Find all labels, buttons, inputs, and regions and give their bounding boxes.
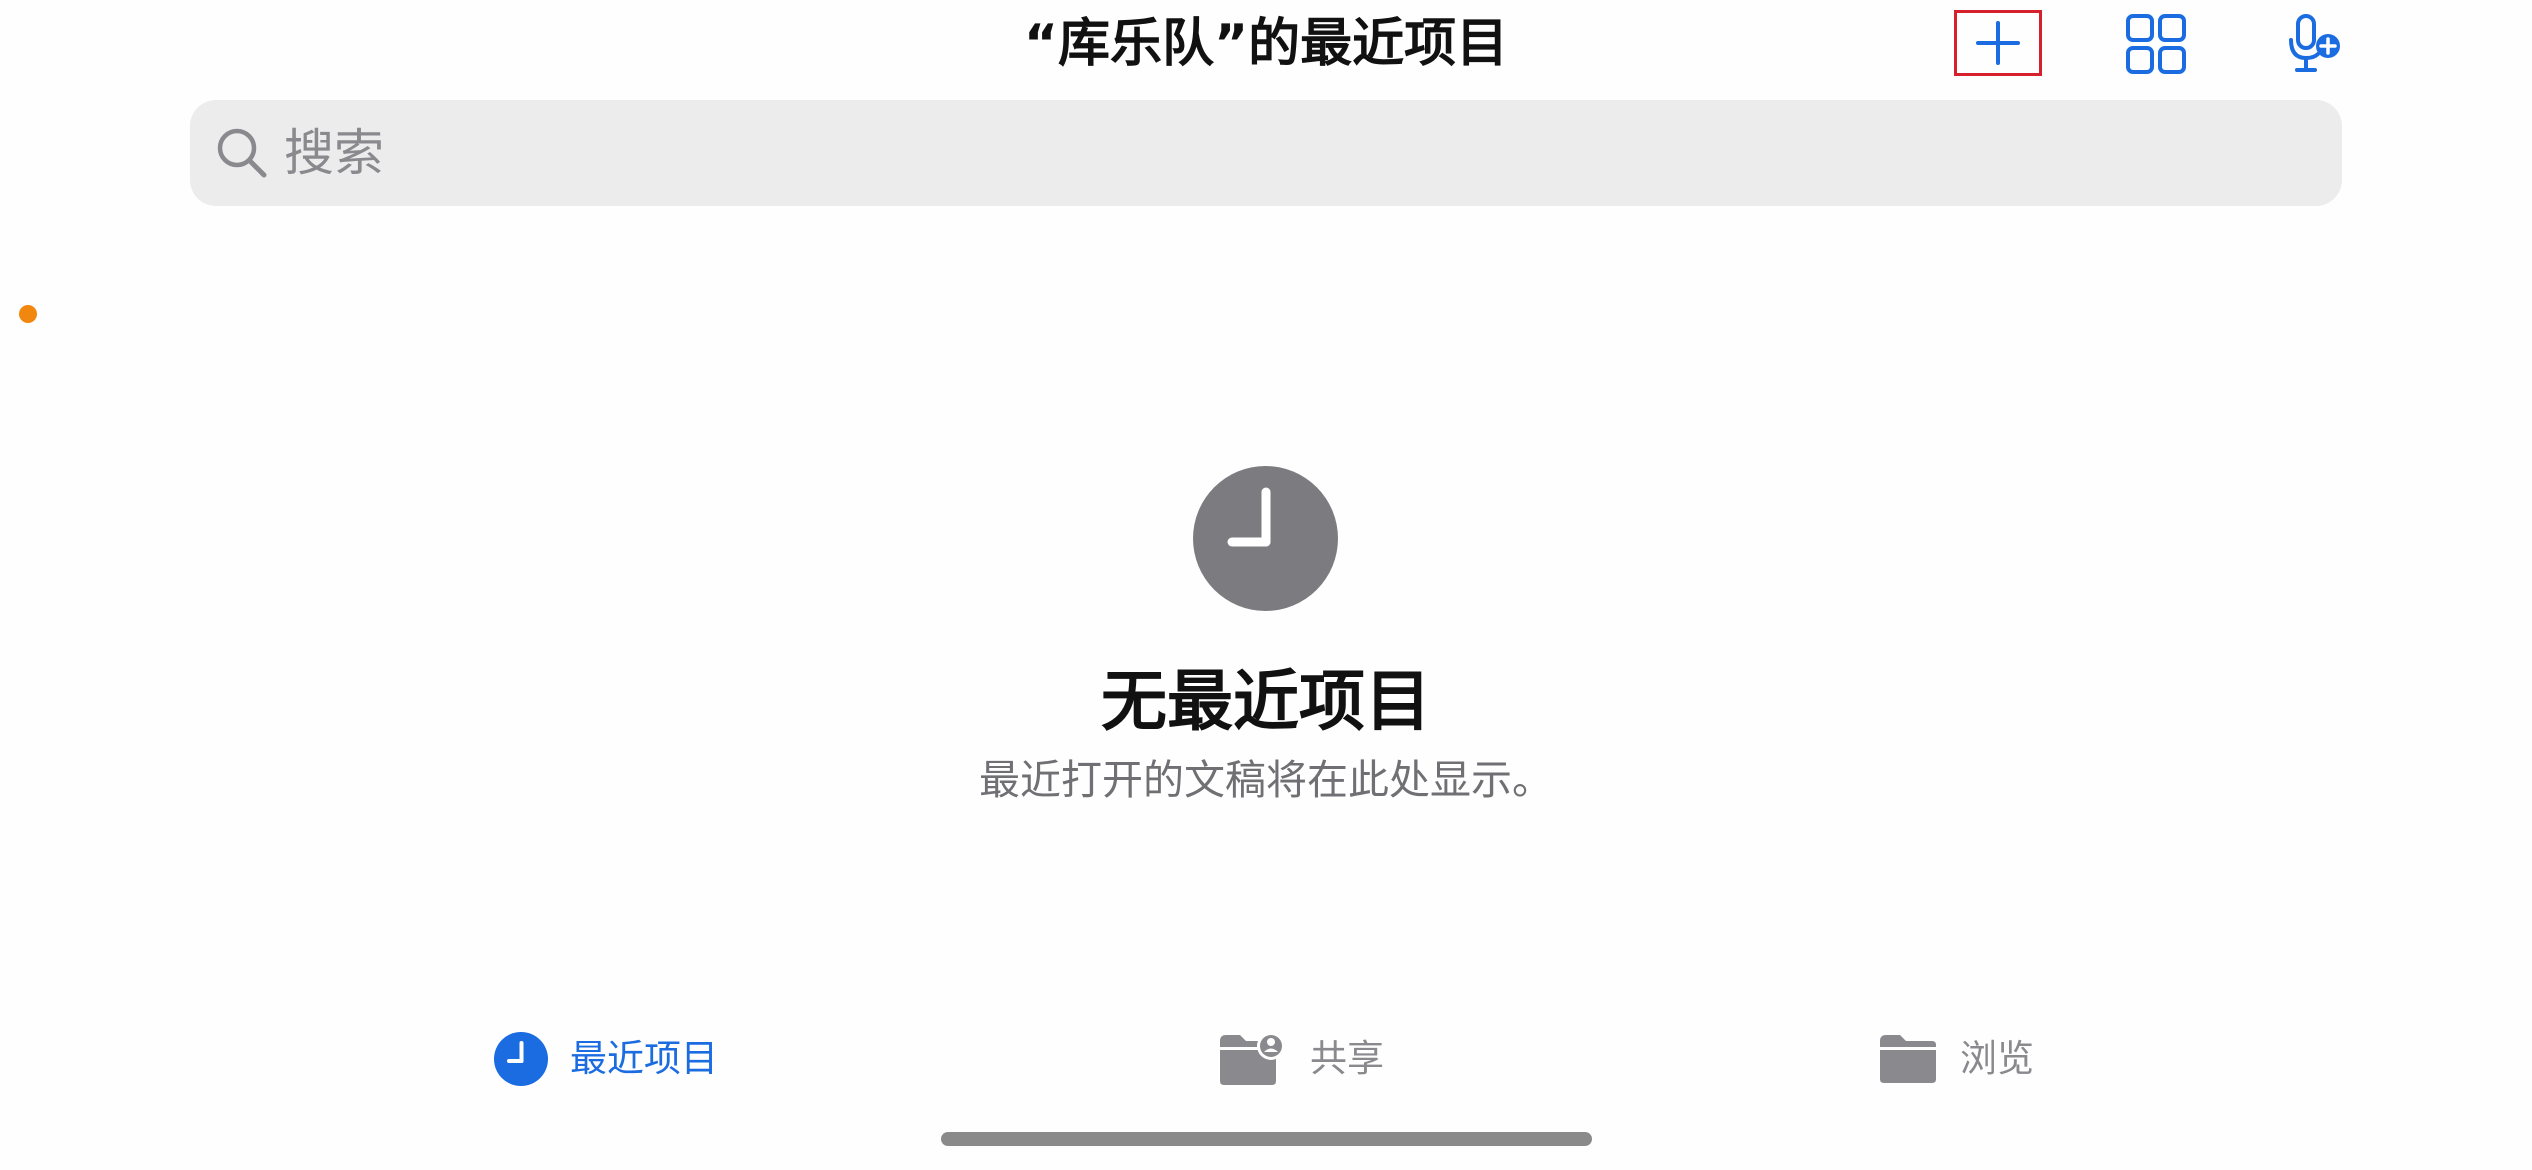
- tab-shared[interactable]: 共享: [1216, 1026, 1384, 1092]
- empty-state-title: 无最近项目: [1101, 663, 1431, 740]
- tab-browse[interactable]: 浏览: [1878, 1026, 2034, 1092]
- clock-icon: [1193, 466, 1338, 611]
- home-indicator[interactable]: [941, 1132, 1592, 1146]
- tab-label: 最近项目: [570, 1037, 718, 1080]
- tab-label: 共享: [1310, 1037, 1384, 1080]
- grid-view-icon: [2126, 14, 2186, 74]
- mic-add-icon: [2289, 14, 2340, 72]
- tab-recents[interactable]: 最近项目: [494, 1026, 718, 1092]
- shared-folder-icon: [1220, 1032, 1285, 1085]
- plus-icon: [1976, 21, 2020, 65]
- tab-label: 浏览: [1960, 1037, 2034, 1080]
- search-bar[interactable]: [190, 100, 2342, 206]
- add-button[interactable]: [1954, 10, 2042, 76]
- new-recording-button[interactable]: [2268, 8, 2360, 80]
- recording-indicator-dot: [19, 305, 37, 323]
- empty-state-subtitle: 最近打开的文稿将在此处显示。: [979, 756, 1553, 804]
- folder-icon: [1880, 1035, 1936, 1083]
- search-icon: [217, 128, 267, 178]
- clock-icon: [494, 1032, 548, 1086]
- search-input[interactable]: [284, 113, 2184, 193]
- grid-view-button[interactable]: [2110, 8, 2202, 80]
